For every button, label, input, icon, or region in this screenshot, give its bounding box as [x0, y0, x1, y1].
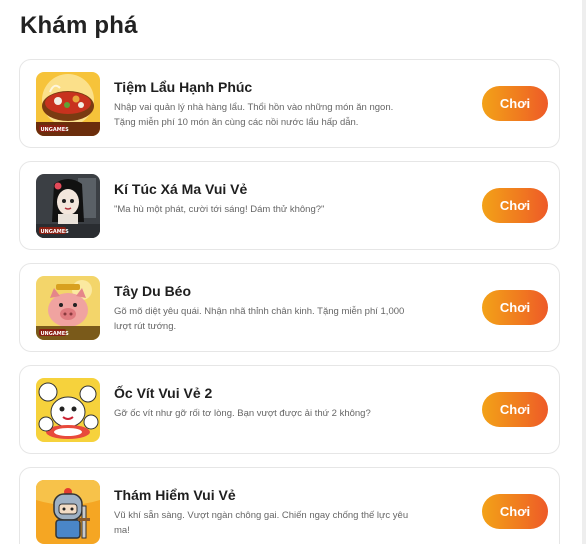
game-card[interactable]: Ốc Vít Vui Vẻ 2 Gỡ ốc vít như gỡ rối tơ … [19, 365, 560, 454]
play-button[interactable]: Chơi [482, 392, 548, 427]
game-title[interactable]: Thám Hiểm Vui Vẻ [114, 487, 236, 503]
ungames-logo: UNGAMES [41, 331, 70, 337]
game-title[interactable]: Tây Du Béo [114, 283, 191, 299]
game-card[interactable]: UNGAMES Tây Du Béo Gõ mõ diệt yêu quái. … [19, 263, 560, 352]
pig-monk-game-icon[interactable]: UNGAMES [36, 276, 100, 340]
play-button[interactable]: Chơi [482, 290, 548, 325]
game-title[interactable]: Kí Túc Xá Ma Vui Vẻ [114, 181, 247, 197]
game-description: Gỡ ốc vít như gỡ rối tơ lòng. Bạn vượt đ… [114, 408, 371, 419]
game-title[interactable]: Tiệm Lẩu Hạnh Phúc [114, 79, 252, 95]
game-card[interactable]: UNGAMES Kí Túc Xá Ma Vui Vẻ "Ma hù một p… [19, 161, 560, 250]
scrollbar-track[interactable] [582, 0, 586, 544]
knight-game-icon[interactable] [36, 480, 100, 544]
section-title: Khám phá [20, 12, 138, 39]
play-button[interactable]: Chơi [482, 494, 548, 529]
game-card[interactable]: UNGAMES Tiệm Lẩu Hạnh Phúc Nhập vai quản… [19, 59, 560, 148]
game-card[interactable]: Thám Hiểm Vui Vẻ Vũ khí sẵn sàng. Vượt n… [19, 467, 560, 544]
ungames-logo: UNGAMES [41, 229, 70, 235]
hotpot-game-icon[interactable]: UNGAMES [36, 72, 100, 136]
explore-page: Khám phá UNGAMES Tiệm Lẩu Hạnh Phúc Nhập… [0, 0, 586, 544]
game-description: Nhập vai quản lý nhà hàng lẩu. Thổi hồn … [114, 102, 394, 128]
play-button[interactable]: Chơi [482, 188, 548, 223]
game-title[interactable]: Ốc Vít Vui Vẻ 2 [114, 385, 212, 401]
play-button[interactable]: Chơi [482, 86, 548, 121]
game-description: "Ma hù một phát, cười tới sáng! Dám thử … [114, 204, 325, 215]
game-description: Vũ khí sẵn sàng. Vượt ngàn chông gai. Ch… [114, 510, 409, 536]
ghost-girl-game-icon[interactable]: UNGAMES [36, 174, 100, 238]
game-description: Gõ mõ diệt yêu quái. Nhận nhã thỉnh chân… [114, 306, 405, 332]
ungames-logo: UNGAMES [41, 127, 70, 133]
cartoon-characters-game-icon[interactable] [36, 378, 100, 442]
